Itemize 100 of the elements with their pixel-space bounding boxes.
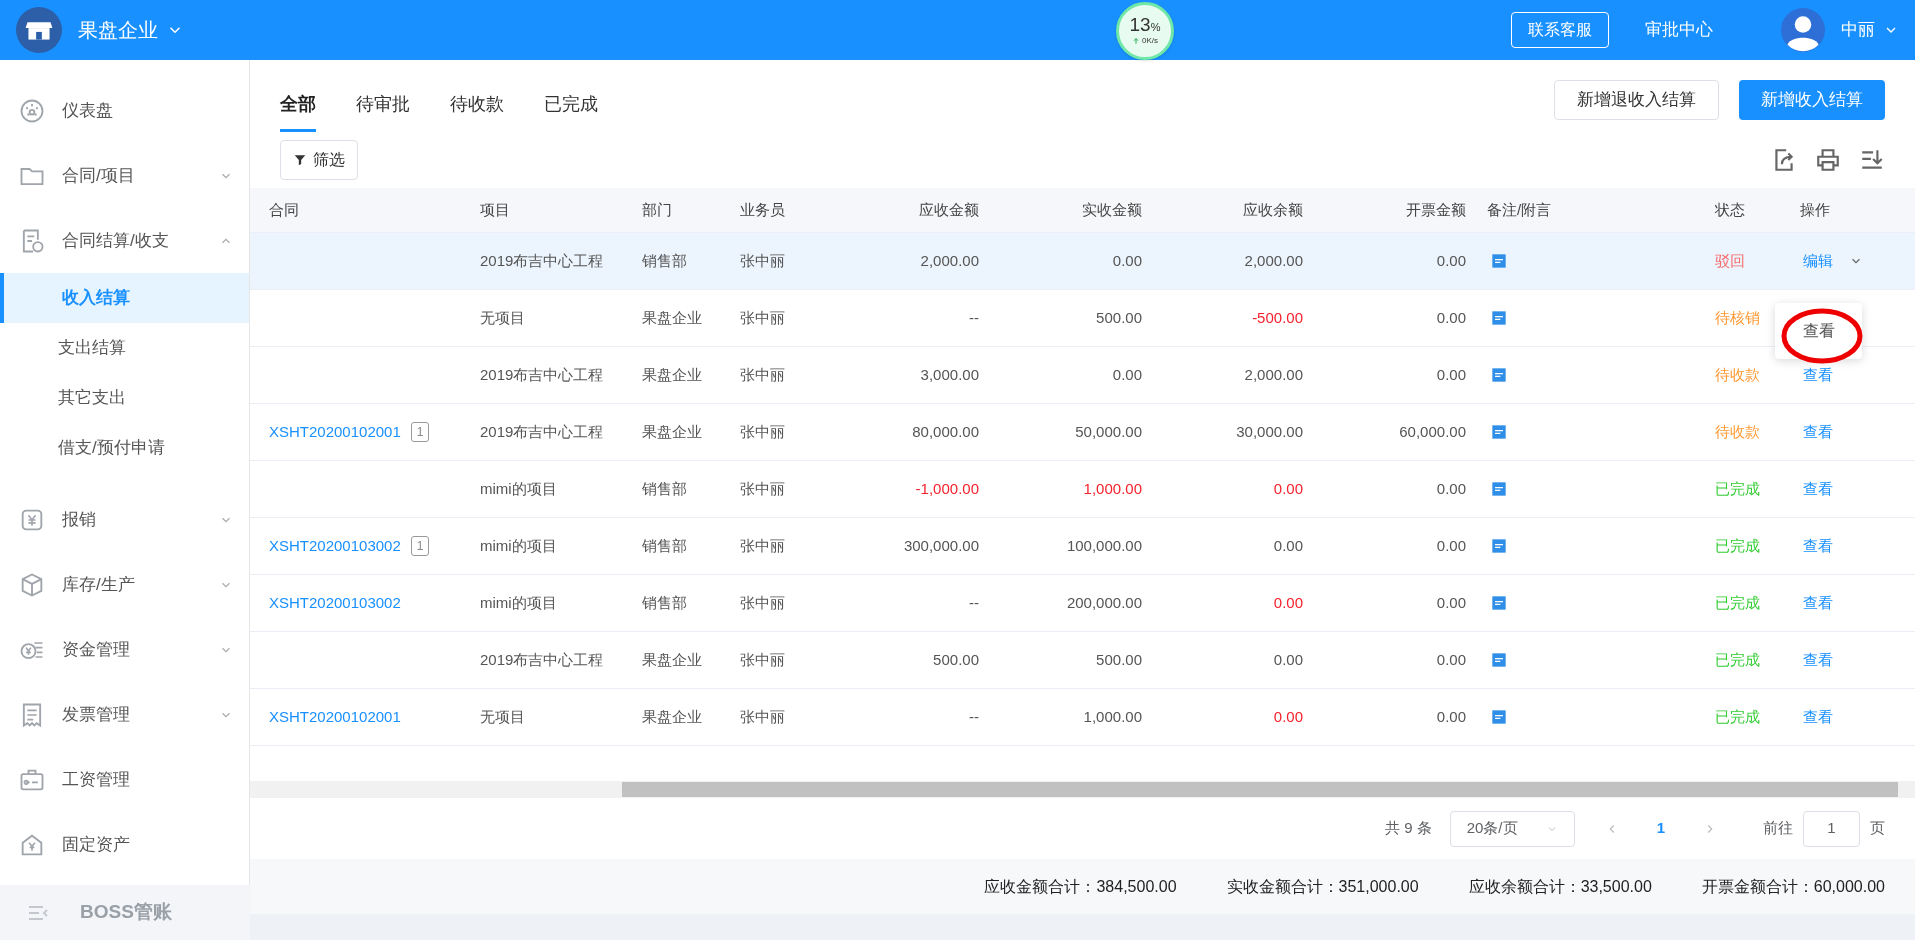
- count-badge: 1: [410, 422, 430, 442]
- table-cell-text: 张中丽: [739, 535, 786, 556]
- note-icon[interactable]: [1491, 481, 1507, 497]
- table-cell-text: mimi的项目: [479, 592, 558, 613]
- table-cell-text: 2,000.00: [1243, 250, 1304, 271]
- column-header: 状态: [1714, 199, 1746, 220]
- note-icon[interactable]: [1491, 538, 1507, 554]
- page-suffix: 页: [1870, 818, 1885, 839]
- page-input[interactable]: 1: [1803, 810, 1860, 847]
- note-icon[interactable]: [1491, 595, 1507, 611]
- total-text: 应收金额合计：384,500.00: [984, 876, 1177, 897]
- sidebar-item[interactable]: 固定资产: [0, 812, 249, 877]
- column-header: 应收金额: [918, 199, 980, 220]
- table-row[interactable]: XSHT20200103002 mimi的项目 销售部 张中丽 -- 200,000.00 0.00 0.00 已完成 查看: [250, 575, 1915, 632]
- table-cell-text: 张中丽: [739, 364, 786, 385]
- table-cell-text: 3,000.00: [919, 364, 980, 385]
- note-icon[interactable]: [1491, 709, 1507, 725]
- table-cell-text: 张中丽: [739, 706, 786, 727]
- table-row[interactable]: 2019布吉中心工程 果盘企业 张中丽 500.00 500.00 0.00 0.00 已完成 查看: [250, 632, 1915, 689]
- filter-icon: [293, 153, 307, 167]
- column-header: 业务员: [739, 199, 786, 220]
- table-cell-text: 果盘企业: [641, 421, 703, 442]
- table-cell-text: 果盘企业: [641, 649, 703, 670]
- table-cell-text: 0.00: [1111, 250, 1143, 271]
- table-cell-text: 0.00: [1272, 706, 1304, 727]
- column-header: 应收余额: [1242, 199, 1304, 220]
- status-text: 已完成: [1714, 592, 1761, 613]
- table-cell-text: 2019布吉中心工程: [479, 649, 605, 670]
- table-row[interactable]: mimi的项目 销售部 张中丽 -1,000.00 1,000.00 0.00 0.00 已完成 查看: [250, 461, 1915, 518]
- table-row[interactable]: 2019布吉中心工程 销售部 张中丽 2,000.00 0.00 2,000.00 0.00 驳回 编辑: [250, 233, 1915, 290]
- sidebar-item[interactable]: 合同结算/收支: [0, 208, 249, 273]
- add-refund-button[interactable]: 新增退收入结算: [1554, 80, 1719, 120]
- table-row[interactable]: XSHT20200103002 1 mimi的项目 销售部 张中丽 300,000.00 100,000.00 0.00 0.00 已完成 查看: [250, 518, 1915, 575]
- table-cell-text: --: [968, 307, 980, 328]
- column-header: 操作: [1799, 199, 1831, 220]
- table-cell-text: 张中丽: [739, 250, 786, 271]
- sidebar-item[interactable]: 库存/生产: [0, 552, 249, 617]
- table-cell-text: 2019布吉中心工程: [479, 364, 605, 385]
- status-text: 待收款: [1714, 364, 1761, 385]
- tab[interactable]: 已完成: [544, 80, 598, 132]
- table-row[interactable]: XSHT20200102001 无项目 果盘企业 张中丽 -- 1,000.00 0.00 0.00 已完成 查看: [250, 689, 1915, 746]
- table-cell-text: 0.00: [1272, 592, 1304, 613]
- sidebar-item[interactable]: 工资管理: [0, 747, 249, 812]
- status-text: 已完成: [1714, 478, 1761, 499]
- table-cell-text: 0.00: [1272, 535, 1304, 556]
- table-cell-text: 无项目: [479, 307, 526, 328]
- sidebar-item[interactable]: 报销: [0, 487, 249, 552]
- table-cell-text: 果盘企业: [641, 706, 703, 727]
- print-icon[interactable]: [1815, 147, 1841, 173]
- tab[interactable]: 全部: [280, 80, 316, 132]
- status-text: 待核销: [1714, 307, 1761, 328]
- sidebar-subitem[interactable]: 借支/预付申请: [0, 423, 249, 473]
- status-text: 已完成: [1714, 706, 1761, 727]
- table-cell-text: 50,000.00: [1074, 421, 1143, 442]
- sidebar-subitem[interactable]: 支出结算: [0, 323, 249, 373]
- speed-value: 0K/s: [1142, 35, 1158, 48]
- table-row[interactable]: XSHT20200102001 1 2019布吉中心工程 果盘企业 张中丽 80,000.00 50,000.00 30,000.00 60,000.00 待收款 查看: [250, 404, 1915, 461]
- filter-button[interactable]: 筛选: [280, 140, 358, 180]
- avatar-icon: [1781, 8, 1825, 52]
- note-icon[interactable]: [1491, 367, 1507, 383]
- table-cell-text: 200,000.00: [1065, 592, 1143, 613]
- up-arrow-icon: [1132, 37, 1140, 46]
- table-cell-text: 80,000.00: [911, 421, 980, 442]
- horizontal-scrollbar[interactable]: [250, 781, 1915, 798]
- note-icon[interactable]: [1491, 652, 1507, 668]
- percent-unit: %: [1150, 20, 1161, 35]
- table-cell-text: 0.00: [1435, 250, 1467, 271]
- page-size-select[interactable]: 20条/页: [1449, 810, 1575, 847]
- table-cell-text: 0.00: [1272, 478, 1304, 499]
- count-badge: 1: [410, 536, 430, 556]
- note-icon[interactable]: [1491, 310, 1507, 326]
- table-cell-text: 500.00: [932, 649, 980, 670]
- table-cell-text: 销售部: [641, 478, 688, 499]
- tab[interactable]: 待收款: [450, 80, 504, 132]
- table-cell-text: 0.00: [1435, 364, 1467, 385]
- table-cell-text: 0.00: [1111, 364, 1143, 385]
- column-header: 项目: [479, 199, 511, 220]
- note-icon[interactable]: [1491, 253, 1507, 269]
- table-cell-text: 1,000.00: [1082, 478, 1143, 499]
- status-text: 已完成: [1714, 535, 1761, 556]
- goto-label: 前往: [1763, 818, 1793, 839]
- column-header: 合同: [268, 199, 300, 220]
- table-cell-text: 2019布吉中心工程: [479, 421, 605, 442]
- table-cell-text: -1,000.00: [914, 478, 980, 499]
- status-text: 驳回: [1714, 250, 1746, 271]
- tab[interactable]: 待审批: [356, 80, 410, 132]
- sidebar-subitem[interactable]: 其它支出: [0, 373, 249, 423]
- status-text: 待收款: [1714, 421, 1761, 442]
- note-icon[interactable]: [1491, 424, 1507, 440]
- sidebar-item[interactable]: 资金管理: [0, 617, 249, 682]
- sidebar-item[interactable]: 合同/项目: [0, 143, 249, 208]
- scrollbar-thumb[interactable]: [622, 782, 1898, 797]
- table-cell-text: 300,000.00: [902, 535, 980, 556]
- table-cell-text: 销售部: [641, 592, 688, 613]
- sidebar-item[interactable]: 仪表盘: [0, 78, 249, 143]
- column-header: 开票金额: [1405, 199, 1467, 220]
- column-header: 实收金额: [1081, 199, 1143, 220]
- sidebar-item[interactable]: 发票管理: [0, 682, 249, 747]
- table-cell-text: 销售部: [641, 250, 688, 271]
- table-cell-text: 0.00: [1435, 592, 1467, 613]
